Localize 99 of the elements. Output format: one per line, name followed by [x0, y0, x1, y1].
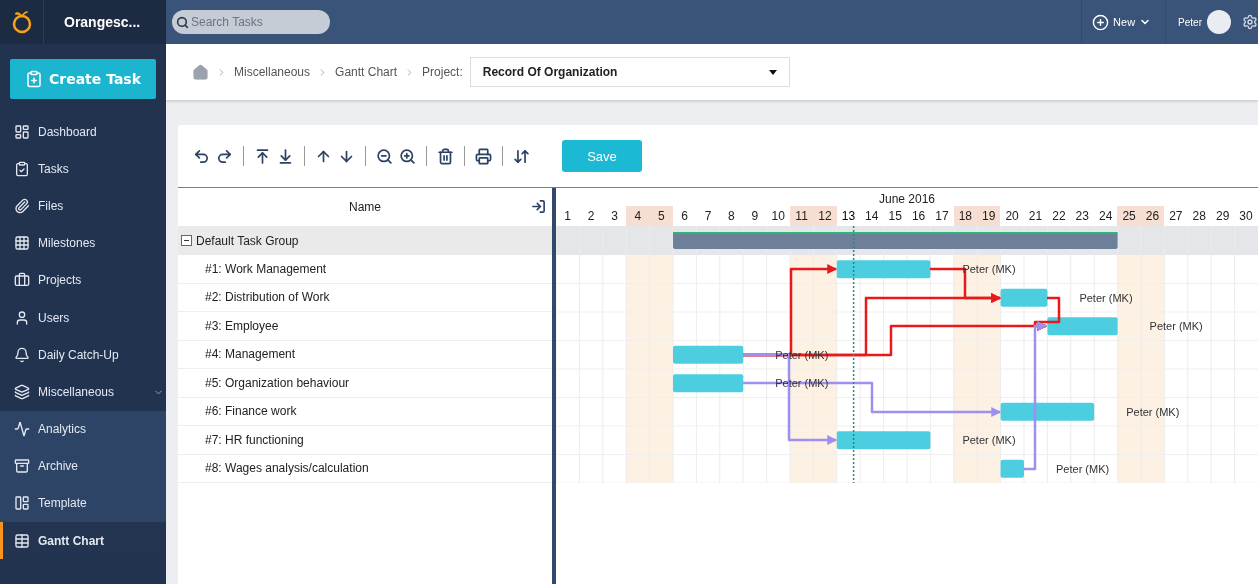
nav-item[interactable]: Milestones — [0, 224, 166, 262]
nav-icon — [14, 309, 30, 326]
nav-icon — [14, 421, 30, 438]
nav-item[interactable]: Archive — [0, 447, 166, 485]
task-name[interactable]: #7: HR functioning — [178, 426, 552, 455]
assignee-label: Peter (MK) — [962, 263, 1016, 276]
logo-icon — [10, 10, 33, 34]
day-label: 5 — [649, 206, 673, 226]
task-name[interactable]: #6: Finance work — [178, 397, 552, 426]
nav-icon — [14, 123, 30, 140]
nav-item[interactable]: Dashboard — [0, 113, 166, 151]
nav-item[interactable]: Analytics — [0, 410, 166, 448]
day-label: 19 — [977, 206, 1001, 226]
nav-item[interactable]: Daily Catch-Up — [0, 336, 166, 374]
day-label: 8 — [727, 208, 736, 225]
trash-icon[interactable] — [437, 147, 454, 165]
task-name[interactable]: #1: Work Management — [178, 255, 552, 284]
day-label: 11 — [789, 206, 814, 226]
nav-icon — [14, 495, 30, 512]
redo-icon[interactable] — [216, 147, 233, 165]
day-label: 28 — [1191, 208, 1207, 225]
home-icon[interactable] — [192, 63, 209, 81]
nav-item[interactable]: Miscellaneous — [0, 373, 166, 411]
zoom-in-icon[interactable] — [399, 147, 416, 165]
printer-icon[interactable] — [475, 147, 492, 165]
undo-icon[interactable] — [193, 147, 210, 165]
day-label: 7 — [703, 208, 713, 225]
task-bar[interactable] — [1047, 317, 1118, 336]
day-label: 20 — [1004, 208, 1020, 225]
nav-icon — [14, 383, 30, 400]
nav-icon — [14, 160, 30, 177]
day-label: 29 — [1214, 208, 1231, 225]
day-label: 25 — [1117, 206, 1141, 226]
day-label: 18 — [953, 206, 978, 226]
minus-box-icon[interactable] — [181, 235, 192, 246]
day-label: 26 — [1140, 206, 1165, 226]
breadcrumb-link[interactable]: Gantt Chart — [335, 65, 398, 79]
month-label: June 2016 — [877, 191, 937, 206]
search-field[interactable]: Search Tasks — [172, 10, 330, 34]
day-label: 6 — [680, 208, 689, 225]
avatar[interactable] — [1207, 10, 1231, 34]
nav-icon — [14, 235, 30, 252]
nav-icon — [14, 458, 30, 475]
task-name[interactable]: #3: Employee — [178, 312, 552, 341]
move-top-icon[interactable] — [254, 147, 271, 165]
task-name[interactable]: #2: Distribution of Work — [178, 283, 552, 312]
settings-icon[interactable] — [1242, 14, 1258, 30]
project-label: Project: — [422, 65, 463, 79]
day-label: 30 — [1238, 208, 1254, 225]
caret-icon — [768, 69, 777, 75]
assignee-label: Peter (MK) — [1149, 320, 1203, 333]
nav-item[interactable]: Users — [0, 298, 166, 337]
nav-item[interactable]: Files — [0, 187, 166, 225]
day-label: 22 — [1051, 208, 1067, 225]
search-icon — [176, 16, 189, 29]
column-header: Name — [349, 200, 381, 214]
day-label: 17 — [934, 208, 950, 225]
nav-icon — [14, 346, 30, 363]
day-label: 12 — [813, 206, 837, 226]
assignee-label: Peter (MK) — [1079, 291, 1133, 304]
zoom-out-icon[interactable] — [376, 147, 393, 165]
day-label: 1 — [563, 208, 573, 225]
assignee-label: Peter (MK) — [775, 377, 829, 390]
day-label: 24 — [1098, 208, 1114, 225]
collapse-icon[interactable] — [531, 199, 546, 214]
day-label: 4 — [626, 206, 650, 226]
day-label: 13 — [840, 208, 857, 225]
nav-item[interactable]: Projects — [0, 261, 166, 299]
day-label: 3 — [610, 208, 619, 225]
day-label: 2 — [586, 208, 596, 225]
plus-circle-icon — [1092, 13, 1110, 31]
breadcrumb-link[interactable]: Miscellaneous — [234, 65, 311, 79]
group-row[interactable]: Default Task Group — [178, 226, 552, 255]
nav-icon — [14, 272, 30, 289]
day-label: 21 — [1027, 208, 1044, 225]
user-name[interactable]: Peter — [1178, 16, 1202, 28]
nav-item[interactable]: Tasks — [0, 150, 166, 188]
nav-item[interactable]: Gantt Chart — [0, 522, 166, 560]
assignee-label: Peter (MK) — [1056, 462, 1110, 475]
assignee-label: Peter (MK) — [962, 434, 1016, 447]
project-select[interactable]: Record Of Organization — [469, 57, 790, 87]
day-label: 15 — [887, 208, 903, 225]
day-label: 27 — [1168, 208, 1184, 225]
day-label: 16 — [910, 208, 927, 225]
task-name[interactable]: #8: Wages analysis/calculation — [178, 454, 552, 483]
brand-name: Orangesc... — [63, 14, 141, 30]
nav-icon — [14, 197, 30, 214]
task-name[interactable]: #4: Management — [178, 340, 552, 369]
move-bottom-icon[interactable] — [277, 147, 294, 165]
sort-icon[interactable] — [513, 147, 530, 165]
task-name[interactable]: #5: Organization behaviour — [178, 369, 552, 398]
assignee-label: Peter (MK) — [1126, 405, 1180, 418]
day-label: 14 — [864, 208, 880, 225]
clipboard-plus-icon — [25, 70, 43, 88]
day-label: 9 — [750, 208, 760, 225]
nav-item[interactable]: Template — [0, 484, 166, 523]
nav-icon — [14, 532, 30, 549]
day-label: 10 — [770, 208, 786, 225]
day-label: 23 — [1074, 208, 1090, 225]
